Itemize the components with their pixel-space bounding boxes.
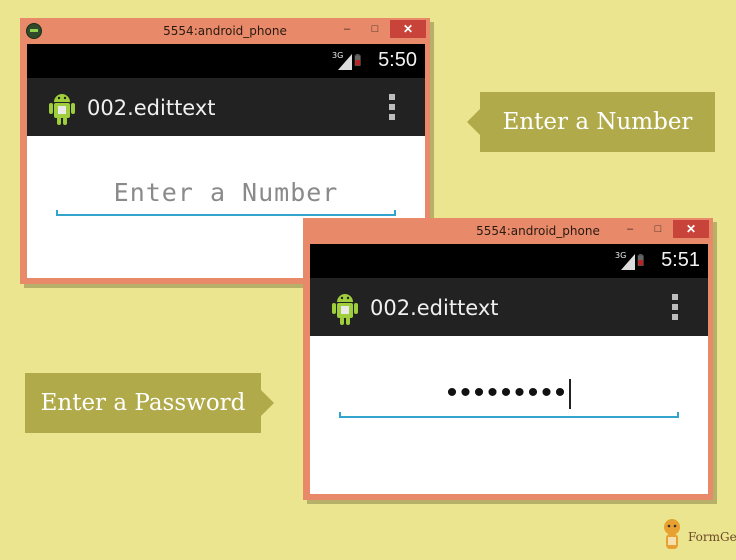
input-underline — [56, 210, 396, 216]
overflow-menu-icon[interactable] — [389, 94, 395, 120]
close-button[interactable]: ✕ — [673, 220, 709, 238]
phone-screen: 3G 5:51 002.edittext ••••••••• — [310, 244, 708, 494]
minimize-button[interactable]: – — [619, 220, 641, 238]
minimize-button[interactable]: – — [336, 20, 358, 38]
emulator-window-password: 5554:android_phone – □ ✕ 3G 5:51 002.edi… — [303, 218, 713, 500]
password-dots: ••••••••• — [446, 376, 569, 409]
status-time: 5:51 — [661, 249, 700, 271]
formget-brand-name: FormGet — [688, 530, 736, 544]
status-bar: 3G 5:51 — [310, 244, 708, 278]
window-titlebar[interactable]: 5554:android_phone – □ ✕ — [20, 18, 430, 44]
window-titlebar[interactable]: 5554:android_phone – □ ✕ — [303, 218, 713, 244]
number-input-hint: Enter a Number — [113, 178, 339, 207]
callout-enter-number: Enter a Number — [467, 92, 715, 152]
status-time: 5:50 — [378, 49, 417, 71]
password-input[interactable]: ••••••••• — [339, 374, 679, 418]
battery-icon — [637, 254, 644, 266]
maximize-button[interactable]: □ — [645, 220, 671, 238]
overflow-menu-icon[interactable] — [672, 294, 678, 320]
app-title: 002.edittext — [87, 96, 216, 120]
callout-enter-password: Enter a Password — [25, 373, 274, 433]
battery-icon — [354, 54, 361, 66]
input-underline — [339, 412, 679, 418]
formget-mascot-icon — [664, 519, 680, 549]
status-bar: 3G 5:50 — [27, 44, 425, 78]
text-cursor — [569, 379, 572, 410]
android-robot-icon — [49, 94, 75, 125]
svg-text:3G: 3G — [332, 51, 343, 60]
maximize-button[interactable]: □ — [362, 20, 388, 38]
app-title: 002.edittext — [370, 296, 499, 320]
svg-text:3G: 3G — [615, 251, 626, 260]
password-input-value: ••••••••• — [339, 376, 679, 410]
action-bar: 002.edittext — [27, 78, 425, 136]
android-robot-icon — [332, 294, 358, 325]
number-input[interactable]: Enter a Number — [56, 174, 396, 216]
action-bar: 002.edittext — [310, 278, 708, 336]
close-button[interactable]: ✕ — [390, 20, 426, 38]
